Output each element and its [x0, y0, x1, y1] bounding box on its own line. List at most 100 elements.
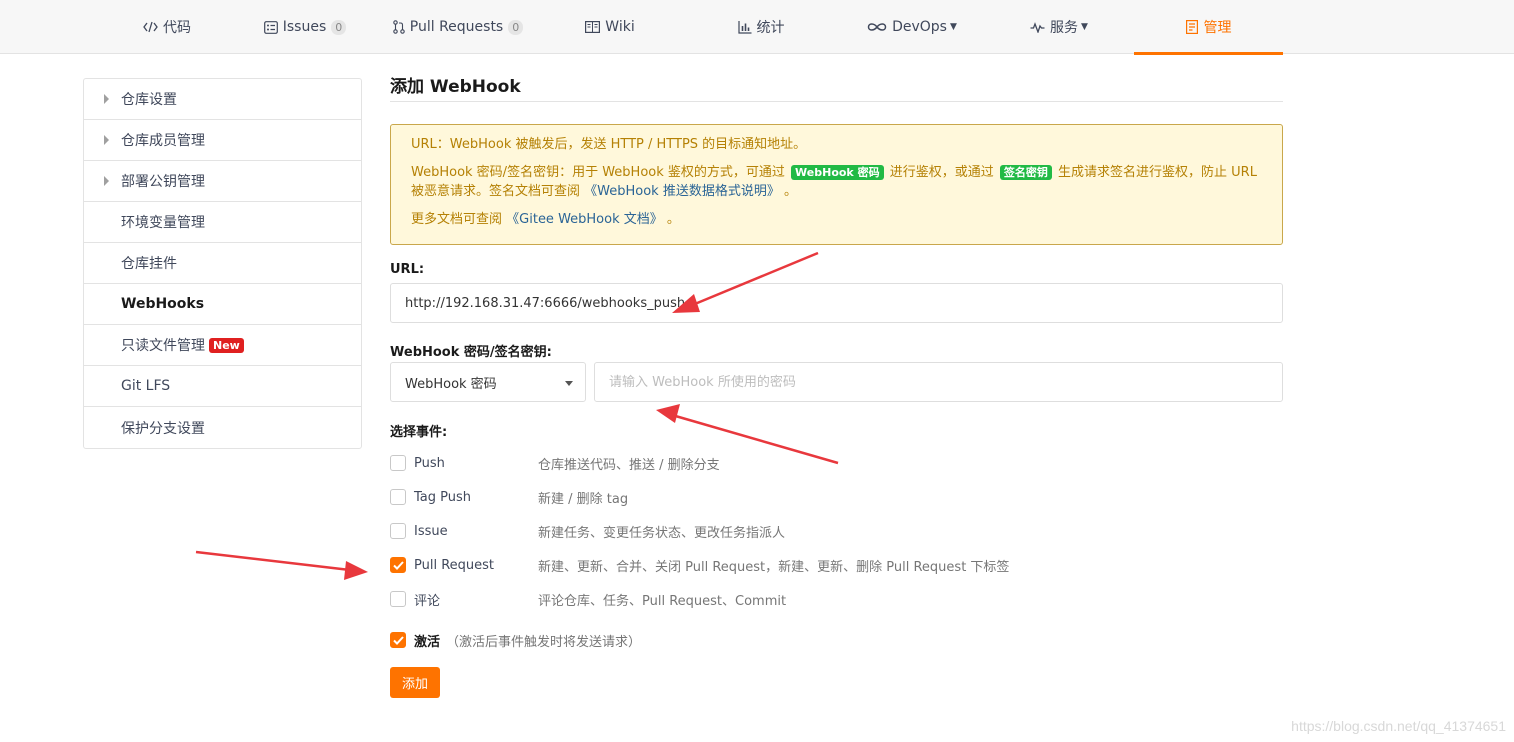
annotation-arrow-pull-request	[195, 550, 368, 580]
activate-label: 激活	[414, 634, 441, 650]
event-desc: 新建、更新、合并、关闭 Pull Request，新建、更新、删除 Pull R…	[538, 559, 1010, 575]
tab-devops[interactable]: DevOps ▼	[837, 0, 987, 54]
sidebar-item-git-lfs[interactable]: Git LFS	[84, 366, 361, 407]
event-row-push: Push 仓库推送代码、推送 / 删除分支	[390, 453, 1283, 473]
secret-label: WebHook 密码/签名密钥:	[390, 345, 552, 360]
secret-type-value: WebHook 密码	[405, 376, 497, 392]
event-row-issue: Issue 新建任务、变更任务状态、更改任务指派人	[390, 521, 1283, 541]
sidebar-item-label: Git LFS	[121, 378, 171, 394]
event-name: 评论	[414, 593, 441, 609]
sidebar-item-readonly-files[interactable]: 只读文件管理 New	[84, 325, 361, 366]
caret-right-icon	[104, 135, 109, 145]
push-format-doc-link[interactable]: 《WebHook 推送数据格式说明》	[584, 184, 780, 199]
notice-line-docs: 更多文档可查阅 《Gitee WebHook 文档》 。	[411, 210, 1262, 229]
sidebar-item-label: 部署公钥管理	[121, 174, 205, 190]
event-name: Push	[414, 455, 445, 471]
tab-wiki[interactable]: Wiki	[535, 0, 685, 54]
events-label: 选择事件:	[390, 425, 448, 440]
activate-row: 激活 （激活后事件触发时将发送请求）	[390, 630, 1283, 650]
notice-text: 更多文档可查阅	[411, 212, 503, 227]
sidebar-item-label: 环境变量管理	[121, 215, 205, 231]
event-name: Pull Request	[414, 557, 495, 573]
watermark: https://blog.csdn.net/qq_41374651	[1291, 718, 1506, 734]
tab-label: Pull Requests	[409, 19, 504, 35]
notice-text: 进行鉴权，或通过	[889, 165, 994, 180]
sidebar-item-widgets[interactable]: 仓库挂件	[84, 243, 361, 284]
event-desc: 仓库推送代码、推送 / 删除分支	[538, 457, 720, 473]
sidebar-item-label: 仓库成员管理	[121, 133, 205, 149]
info-notice: URL：WebHook 被触发后，发送 HTTP / HTTPS 的目标通知地址…	[390, 124, 1283, 245]
chevron-down-icon	[565, 381, 573, 386]
pull-request-icon	[393, 20, 405, 34]
sidebar-item-env-vars[interactable]: 环境变量管理	[84, 202, 361, 243]
tab-statistics[interactable]: 统计	[686, 0, 836, 54]
tag-push-checkbox[interactable]	[390, 489, 406, 505]
tab-label: 服务	[1050, 20, 1079, 36]
issues-icon	[263, 20, 278, 34]
sidebar-item-label: 仓库挂件	[121, 256, 177, 272]
settings-sidebar: 仓库设置 仓库成员管理 部署公钥管理 环境变量管理 仓库挂件 WebHooks …	[83, 78, 362, 449]
tab-manage[interactable]: 管理	[1134, 0, 1283, 55]
pull-request-checkbox[interactable]	[390, 557, 406, 573]
devops-icon	[867, 22, 887, 32]
wiki-icon	[585, 21, 601, 33]
activate-checkbox[interactable]	[390, 632, 406, 648]
tab-issues[interactable]: Issues 0	[230, 0, 380, 54]
activate-hint: （激活后事件触发时将发送请求）	[446, 634, 642, 650]
tab-label: DevOps	[892, 19, 947, 35]
event-row-pull-request: Pull Request 新建、更新、合并、关闭 Pull Request，新建…	[390, 555, 1283, 575]
tab-label: Wiki	[605, 19, 635, 35]
chevron-down-icon: ▼	[949, 22, 957, 32]
sidebar-item-webhooks[interactable]: WebHooks	[84, 284, 361, 325]
gitee-webhook-doc-link[interactable]: 《Gitee WebHook 文档》	[506, 212, 663, 227]
sidebar-item-members[interactable]: 仓库成员管理	[84, 120, 361, 161]
sidebar-item-label: WebHooks	[121, 296, 205, 312]
code-icon	[143, 21, 158, 33]
signature-key-label: 签名密钥	[999, 165, 1052, 180]
event-desc: 评论仓库、任务、Pull Request、Commit	[538, 593, 787, 609]
sidebar-item-repo-settings[interactable]: 仓库设置	[84, 79, 361, 120]
tab-label: 管理	[1203, 20, 1232, 36]
notice-line-secret: WebHook 密码/签名密钥：用于 WebHook 鉴权的方式，可通过 Web…	[411, 163, 1262, 201]
comment-checkbox[interactable]	[390, 591, 406, 607]
tab-label: 代码	[163, 20, 191, 36]
check-icon	[392, 635, 404, 645]
event-row-tag-push: Tag Push 新建 / 删除 tag	[390, 487, 1283, 507]
tab-pull-requests[interactable]: Pull Requests 0	[383, 0, 533, 54]
chart-icon	[737, 20, 752, 34]
add-webhook-button[interactable]: 添加	[390, 667, 441, 698]
notice-text: WebHook 密码/签名密钥：用于 WebHook 鉴权的方式，可通过	[411, 165, 785, 180]
tab-code[interactable]: 代码	[92, 0, 242, 54]
page-title: 添加 WebHook	[390, 72, 1283, 102]
event-name: Tag Push	[414, 489, 472, 505]
pulse-icon	[1030, 21, 1045, 33]
url-label: URL:	[390, 262, 425, 277]
sidebar-item-protected-branches[interactable]: 保护分支设置	[84, 407, 361, 448]
new-badge: New	[209, 337, 244, 353]
sidebar-item-deploy-keys[interactable]: 部署公钥管理	[84, 161, 361, 202]
tab-label: Issues	[282, 19, 327, 35]
push-checkbox[interactable]	[390, 455, 406, 471]
tab-services[interactable]: 服务 ▼	[984, 0, 1134, 54]
event-desc: 新建 / 删除 tag	[538, 491, 629, 507]
notice-line-url: URL：WebHook 被触发后，发送 HTTP / HTTPS 的目标通知地址…	[411, 137, 807, 152]
secret-type-select[interactable]: WebHook 密码	[390, 362, 586, 402]
url-input[interactable]	[390, 283, 1283, 323]
event-name: Issue	[414, 523, 448, 539]
issues-count-badge: 0	[331, 19, 347, 35]
webhook-form: 添加 WebHook URL：WebHook 被触发后，发送 HTTP / HT…	[390, 72, 1283, 698]
webhook-password-label: WebHook 密码	[791, 165, 884, 180]
manage-icon	[1185, 20, 1199, 34]
sidebar-item-label: 仓库设置	[121, 92, 177, 108]
secret-input[interactable]	[594, 362, 1283, 402]
repo-tab-bar: 代码 Issues 0 Pull Requests 0 Wiki 统计 DevO…	[0, 0, 1514, 55]
sidebar-item-label: 保护分支设置	[121, 420, 205, 437]
issue-checkbox[interactable]	[390, 523, 406, 539]
event-row-comment: 评论 评论仓库、任务、Pull Request、Commit	[390, 589, 1283, 609]
pull-requests-count-badge: 0	[508, 19, 524, 35]
chevron-down-icon: ▼	[1081, 22, 1088, 32]
event-desc: 新建任务、变更任务状态、更改任务指派人	[538, 525, 786, 541]
caret-right-icon	[104, 176, 109, 186]
caret-right-icon	[104, 94, 109, 104]
sidebar-item-label: 只读文件管理	[121, 338, 205, 354]
